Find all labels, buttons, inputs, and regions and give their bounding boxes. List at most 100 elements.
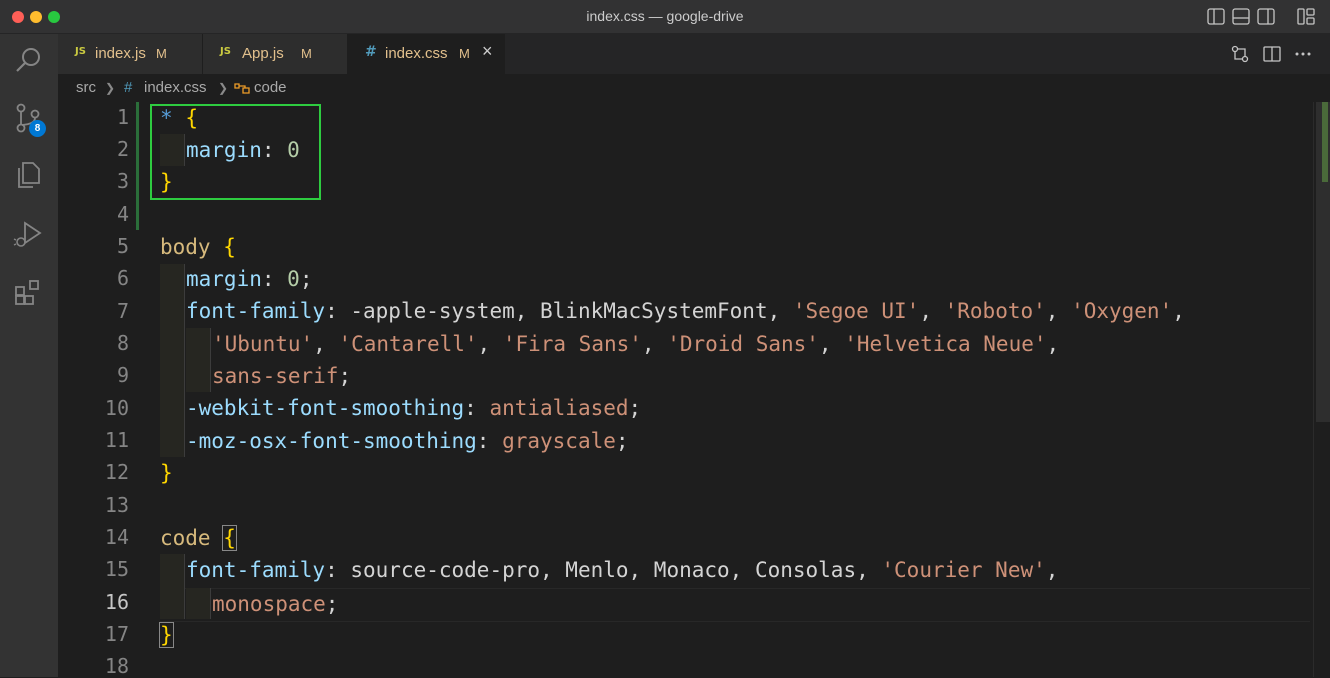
search-icon[interactable] [13,44,45,76]
code-editor[interactable]: 1 2 3 4 5 6 7 8 9 10 11 12 13 14 15 16 1… [58,102,1330,678]
brace: } [159,622,174,648]
comma: , [1045,558,1059,582]
line-number: 5 [116,234,129,258]
css-string: 'Courier New' [881,558,1046,582]
css-file-icon: # [365,44,377,60]
code-line: -webkit-font-smoothing: antialiased; [186,392,641,424]
toggle-panel-icon[interactable] [1232,8,1250,25]
breadcrumb-symbol[interactable]: code [254,79,287,96]
line-number-current: 16 [104,590,129,614]
symbol-class-icon [234,83,250,94]
colon: : [325,558,351,582]
line-number: 9 [116,363,129,387]
breadcrumb-folder[interactable]: src [76,79,96,96]
tab-app-js[interactable]: JS App.js M [203,34,348,74]
code-line: -moz-osx-font-smoothing: grayscale; [186,425,629,457]
css-file-icon: # [124,79,133,96]
css-value: source-code-pro, Menlo, Monaco, Consolas… [350,558,882,582]
comma: , [818,332,845,356]
code-line: sans-serif; [212,360,351,392]
run-debug-icon[interactable] [13,218,45,250]
customize-layout-icon[interactable] [1297,8,1315,25]
css-string: 'Oxygen' [1071,299,1173,323]
code-line: } [160,457,173,489]
comma: , [641,332,668,356]
code-line: font-family: source-code-pro, Menlo, Mon… [186,554,1058,586]
more-actions-icon[interactable] [1294,45,1312,63]
line-number: 17 [104,622,129,646]
toggle-primary-sidebar-icon[interactable] [1207,8,1225,25]
css-value: 0 [287,267,300,291]
tab-index-css[interactable]: # index.css M × [348,34,505,74]
tab-label: index.js [95,45,146,62]
line-number: 15 [104,557,129,581]
semicolon: ; [325,592,339,616]
brace: } [160,461,173,485]
comma: , [1046,332,1060,356]
tab-modified-indicator: M [459,46,470,61]
explorer-icon[interactable] [13,159,45,191]
code-line-current: monospace; [212,588,338,620]
css-selector: body [160,235,211,259]
css-value: monospace [212,592,326,616]
css-value: grayscale [502,429,616,453]
css-property: margin [186,267,262,291]
comma: , [919,299,945,323]
css-property: font-family [186,558,326,582]
open-changes-icon[interactable] [1231,45,1249,63]
semicolon: ; [615,429,629,453]
colon: : [476,429,503,453]
semicolon: ; [628,396,642,420]
split-editor-icon[interactable] [1263,45,1281,63]
tab-modified-indicator: M [156,46,167,61]
semicolon: ; [299,267,313,291]
code-line: margin: 0; [186,263,312,295]
comma: , [1045,299,1072,323]
line-number: 14 [104,525,129,549]
semicolon: ; [338,364,352,388]
vertical-scrollbar[interactable] [1313,102,1330,677]
indent-guide [160,264,185,457]
breadcrumb-file[interactable]: index.css [144,79,207,96]
brace: { [223,235,236,259]
toggle-secondary-sidebar-icon[interactable] [1257,8,1275,25]
code-line: code { [160,522,237,554]
code-line: body { [160,231,236,263]
css-value: antialiased [489,396,629,420]
css-property: -moz-osx-font-smoothing [186,429,477,453]
tab-index-js[interactable]: JS index.js M [58,34,203,74]
css-property: font-family [186,299,326,323]
line-number: 11 [104,428,129,452]
code-line: 'Ubuntu', 'Cantarell', 'Fira Sans', 'Dro… [212,328,1059,360]
annotation-highlight-box [150,104,321,200]
line-number: 18 [104,654,129,678]
comma: , [477,332,503,356]
extensions-icon[interactable] [13,276,45,308]
activity-bar: 8 [0,34,58,677]
comma: , [313,332,339,356]
breadcrumb: src ❯ # index.css ❯ code [58,74,1330,102]
css-string: 'Ubuntu' [212,332,314,356]
line-number: 3 [116,169,129,193]
colon: : [261,267,288,291]
scrollbar-change-marker [1322,102,1328,182]
indent-guide [160,554,185,619]
source-control-badge: 8 [29,120,46,137]
line-number: 12 [104,460,129,484]
line-number: 10 [104,396,129,420]
title-bar: index.css — google-drive [0,0,1330,34]
line-number: 4 [116,202,129,226]
line-number: 1 [116,105,129,129]
tab-modified-indicator: M [301,46,312,61]
chevron-right-icon: ❯ [105,81,116,95]
chevron-right-icon: ❯ [218,81,229,95]
javascript-file-icon: JS [220,46,231,57]
tab-label: index.css [385,45,448,62]
indent-guide [186,328,211,392]
colon: : [464,396,490,420]
line-number: 8 [116,331,129,355]
tab-bar: JS index.js M JS App.js M # index.css M … [58,34,1330,74]
css-value: -apple-system, BlinkMacSystemFont, [350,299,793,323]
colon: : [325,299,351,323]
tab-close-button[interactable]: × [482,41,493,62]
